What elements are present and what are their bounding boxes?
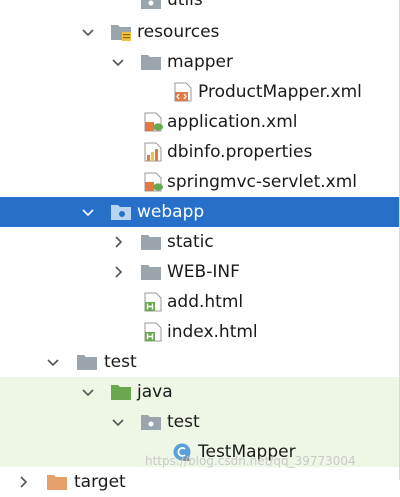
folder-icon <box>141 55 161 70</box>
chevron-down-icon[interactable] <box>110 414 126 430</box>
tree-label-test-package: test <box>167 412 200 432</box>
tree-label-static: static <box>167 232 214 252</box>
tree-label-springmvc-servlet-xml: springmvc-servlet.xml <box>167 172 357 192</box>
tree-row-web-inf[interactable]: WEB-INF <box>0 257 400 287</box>
test-source-folder-icon <box>111 385 131 400</box>
tree-label-application-xml: application.xml <box>167 112 298 132</box>
html-file-icon <box>144 292 162 312</box>
chevron-down-icon[interactable] <box>110 54 126 70</box>
chevron-down-icon[interactable] <box>80 24 96 40</box>
tree-row-index-html[interactable]: index.html <box>0 317 400 347</box>
package-icon <box>141 415 161 430</box>
tree-label-add-html: add.html <box>167 292 244 312</box>
tree-row-application-xml[interactable]: application.xml <box>0 107 400 137</box>
folder-icon <box>141 235 161 250</box>
spring-xml-icon <box>144 172 163 192</box>
tree-label-web-inf: WEB-INF <box>167 262 240 282</box>
xml-file-icon <box>174 82 192 102</box>
tree-row-mapper[interactable]: mapper <box>0 47 400 77</box>
tree-row-add-html[interactable]: add.html <box>0 287 400 317</box>
tree-row-test[interactable]: test <box>0 347 400 377</box>
tree-label-target: target <box>74 472 126 492</box>
tree-label-webapp: webapp <box>137 202 205 222</box>
tree-label-dbinfo-properties: dbinfo.properties <box>167 142 313 162</box>
tree-label-productmapper-xml: ProductMapper.xml <box>198 82 362 102</box>
tree-row-static[interactable]: static <box>0 227 400 257</box>
folder-icon <box>77 355 97 370</box>
tree-label-index-html: index.html <box>167 322 258 342</box>
spring-xml-icon <box>144 112 163 132</box>
tree-row-test-package[interactable]: test <box>0 407 400 437</box>
excluded-folder-icon <box>47 475 67 490</box>
chevron-down-icon[interactable] <box>45 354 61 370</box>
tree-row-utils[interactable]: utils <box>0 0 400 15</box>
chevron-right-icon[interactable] <box>110 234 126 250</box>
properties-file-icon <box>144 142 162 162</box>
chevron-right-icon[interactable] <box>110 264 126 280</box>
folder-icon <box>141 265 161 280</box>
chevron-down-icon[interactable] <box>80 384 96 400</box>
tree-row-dbinfo-properties[interactable]: dbinfo.properties <box>0 137 400 167</box>
tree-row-springmvc-servlet-xml[interactable]: springmvc-servlet.xml <box>0 167 400 197</box>
project-tree-panel: { "tree": { "utils": "utils", "resources… <box>0 0 400 492</box>
tree-label-java: java <box>137 382 173 402</box>
tree-row-java[interactable]: java <box>0 377 400 407</box>
tree-label-utils: utils <box>167 0 203 10</box>
chevron-right-icon[interactable] <box>15 474 31 490</box>
watermark-text: https://blog.csdn.net/qq_39773004 <box>145 454 356 468</box>
resources-folder-icon <box>111 25 131 41</box>
chevron-down-icon[interactable] <box>80 204 96 220</box>
tree-label-mapper: mapper <box>167 52 234 72</box>
html-file-icon <box>144 322 162 342</box>
tree-row-resources[interactable]: resources <box>0 17 400 47</box>
tree-label-resources: resources <box>137 22 220 42</box>
tree-row-webapp[interactable]: webapp <box>0 197 400 227</box>
package-icon <box>141 0 161 9</box>
tree-row-productmapper-xml[interactable]: ProductMapper.xml <box>0 77 400 107</box>
tree-label-test: test <box>104 352 137 372</box>
tree-row-target[interactable]: target <box>0 467 400 497</box>
web-folder-icon <box>111 205 131 220</box>
